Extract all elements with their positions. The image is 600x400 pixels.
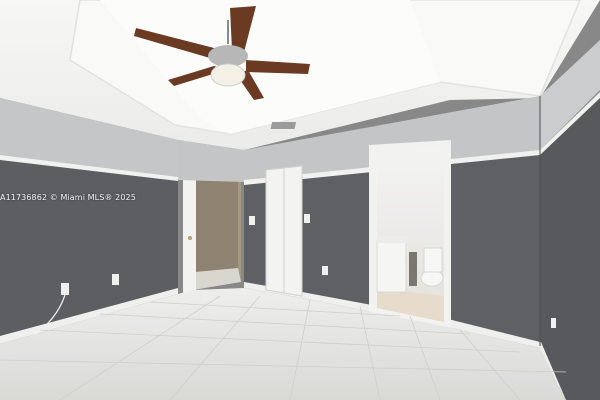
outlet-back [322, 266, 328, 275]
vanity-countertop [377, 236, 408, 243]
towel-rack [409, 252, 417, 286]
bathroom-vanity [376, 239, 407, 293]
outlet-right [551, 318, 556, 328]
hall-wall [195, 172, 238, 272]
air-vent [270, 122, 297, 129]
outlet-left-2 [112, 274, 119, 285]
light-switch-2 [304, 214, 310, 223]
door-knob [188, 236, 192, 240]
listing-watermark: A11736862 © Miami MLS® 2025 [0, 193, 136, 202]
light-switch [249, 216, 255, 225]
toilet-tank [423, 247, 443, 273]
outlet-left [61, 283, 69, 295]
room-photo: A11736862 © Miami MLS® 2025 [0, 0, 600, 400]
open-door [183, 162, 196, 300]
